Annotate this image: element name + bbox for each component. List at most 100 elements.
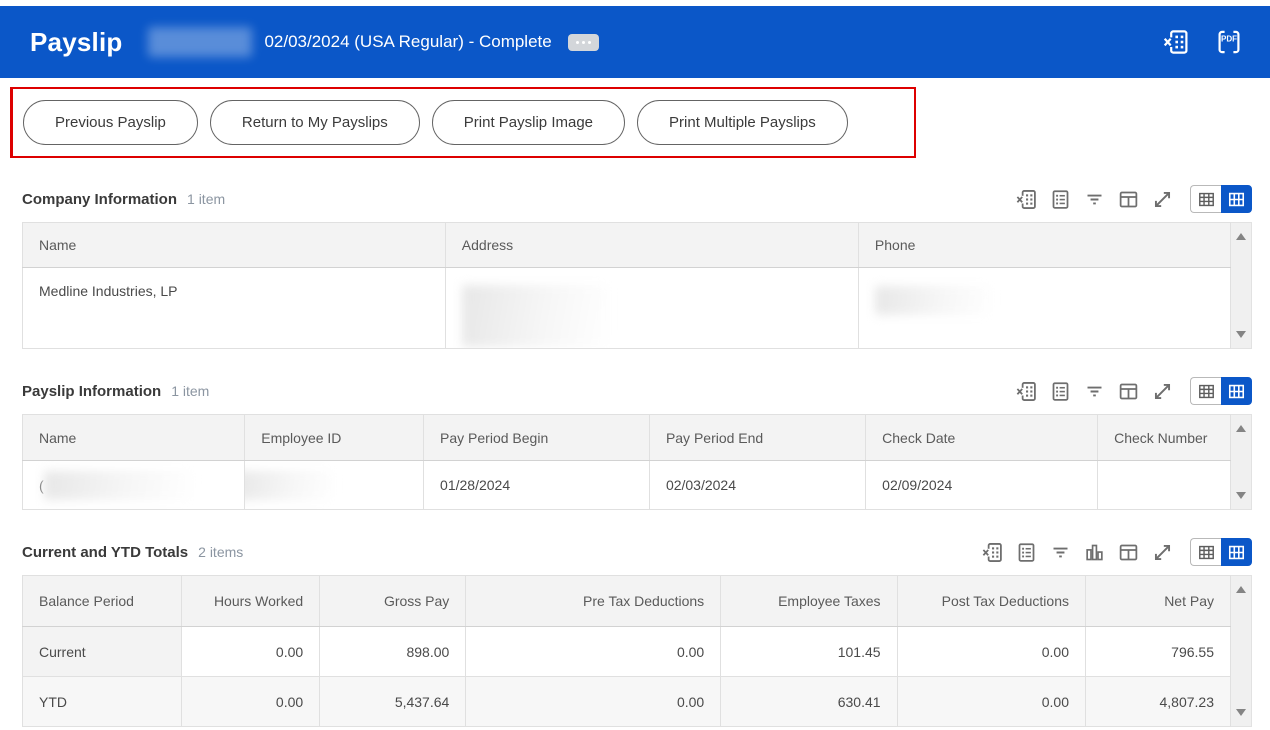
expand-table-icon[interactable] [1152,189,1173,210]
table-toolbar [1016,377,1252,405]
table-row: Medline Industries, LP [23,268,1231,349]
company-information-table: Name Address Phone Medline Industries, L… [22,222,1231,349]
pre-tax-deductions-cell: 0.00 [466,677,721,727]
freeze-columns-icon[interactable] [1118,381,1139,402]
table-toolbar [1016,185,1252,213]
column-header-check-date: Check Date [866,415,1098,461]
gross-pay-cell: 5,437.64 [320,677,466,727]
grid-compact-view-icon[interactable] [1190,538,1221,566]
view-printable-icon[interactable] [1050,189,1071,210]
highlight-annotation-box: Previous Payslip Return to My Payslips P… [10,87,916,158]
column-header-name: Name [23,415,245,461]
section-title: Current and YTD Totals [22,544,188,561]
grid-compact-view-icon[interactable] [1190,185,1221,213]
freeze-columns-icon[interactable] [1118,189,1139,210]
column-header-hours-worked: Hours Worked [182,576,320,627]
post-tax-deductions-cell: 0.00 [897,627,1085,677]
pay-period-end-cell: 02/03/2024 [649,461,865,510]
scroll-up-icon[interactable] [1236,425,1246,432]
expand-table-icon[interactable] [1152,542,1173,563]
table-scrollbar[interactable] [1231,222,1252,349]
view-printable-icon[interactable] [1050,381,1071,402]
redacted-phone [875,286,993,315]
export-to-excel-icon[interactable] [1163,29,1189,55]
employee-name-cell: ( [23,461,245,510]
scroll-down-icon[interactable] [1236,709,1246,716]
grid-expanded-view-icon[interactable] [1221,538,1252,566]
payslip-subtitle: 02/03/2024 (USA Regular) - Complete [264,32,551,52]
company-name-cell: Medline Industries, LP [23,268,446,349]
redacted-employee-name [148,27,252,57]
app-header: Payslip 02/03/2024 (USA Regular) - Compl… [0,6,1270,78]
export-to-excel-icon[interactable] [1016,189,1037,210]
column-header-employee-id: Employee ID [245,415,424,461]
view-printable-icon[interactable] [1016,542,1037,563]
company-address-cell [445,268,858,349]
current-and-ytd-totals-table: Balance Period Hours Worked Gross Pay Pr… [22,575,1231,727]
column-header-net-pay: Net Pay [1085,576,1230,627]
redacted-address [462,285,610,347]
net-pay-cell: 4,807.23 [1085,677,1230,727]
section-title: Company Information [22,191,177,208]
column-header-address: Address [445,223,858,268]
pdf-icon[interactable] [1216,29,1242,55]
redacted-employee-id [245,471,336,500]
scroll-down-icon[interactable] [1236,331,1246,338]
export-to-excel-icon[interactable] [1016,381,1037,402]
page-title: Payslip [30,27,122,58]
grid-compact-view-icon[interactable] [1190,377,1221,405]
section-title: Payslip Information [22,383,161,400]
redacted-name [44,471,194,500]
balance-period-cell: Current [23,627,182,677]
grid-expanded-view-icon[interactable] [1221,377,1252,405]
column-header-gross-pay: Gross Pay [320,576,466,627]
related-actions-button[interactable] [568,34,599,51]
ellipsis-icon [576,41,579,44]
section-item-count: 1 item [171,383,209,399]
header-export-icons [1163,29,1242,55]
filter-icon[interactable] [1084,189,1105,210]
column-header-employee-taxes: Employee Taxes [721,576,897,627]
table-scrollbar[interactable] [1231,575,1252,727]
company-phone-cell [858,268,1230,349]
table-row-ytd: YTD 0.00 5,437.64 0.00 630.41 0.00 4,807… [23,677,1231,727]
column-header-pre-tax-deductions: Pre Tax Deductions [466,576,721,627]
table-toolbar [982,538,1252,566]
employee-id-cell [245,461,424,510]
column-header-name: Name [23,223,446,268]
column-chart-icon[interactable] [1084,542,1105,563]
filter-icon[interactable] [1050,542,1071,563]
post-tax-deductions-cell: 0.00 [897,677,1085,727]
pre-tax-deductions-cell: 0.00 [466,627,721,677]
freeze-columns-icon[interactable] [1118,542,1139,563]
column-header-balance-period: Balance Period [23,576,182,627]
employee-taxes-cell: 630.41 [721,677,897,727]
hours-worked-cell: 0.00 [182,627,320,677]
gross-pay-cell: 898.00 [320,627,466,677]
view-toggle-group [1190,377,1252,405]
table-scrollbar[interactable] [1231,414,1252,510]
grid-expanded-view-icon[interactable] [1221,185,1252,213]
column-header-check-number: Check Number [1098,415,1231,461]
print-payslip-image-button[interactable]: Print Payslip Image [432,100,625,145]
net-pay-cell: 796.55 [1085,627,1230,677]
previous-payslip-button[interactable]: Previous Payslip [23,100,198,145]
column-header-post-tax-deductions: Post Tax Deductions [897,576,1085,627]
payslip-information-table: Name Employee ID Pay Period Begin Pay Pe… [22,414,1231,510]
hours-worked-cell: 0.00 [182,677,320,727]
pay-period-begin-cell: 01/28/2024 [424,461,650,510]
scroll-up-icon[interactable] [1236,233,1246,240]
scroll-down-icon[interactable] [1236,492,1246,499]
payslip-information-section: Payslip Information 1 item [22,376,1252,510]
filter-icon[interactable] [1084,381,1105,402]
scroll-up-icon[interactable] [1236,586,1246,593]
export-to-excel-icon[interactable] [982,542,1003,563]
expand-table-icon[interactable] [1152,381,1173,402]
view-toggle-group [1190,185,1252,213]
company-information-section: Company Information 1 item Name [22,184,1252,349]
return-to-my-payslips-button[interactable]: Return to My Payslips [210,100,420,145]
column-header-pay-period-end: Pay Period End [649,415,865,461]
print-multiple-payslips-button[interactable]: Print Multiple Payslips [637,100,848,145]
check-date-cell: 02/09/2024 [866,461,1098,510]
view-toggle-group [1190,538,1252,566]
